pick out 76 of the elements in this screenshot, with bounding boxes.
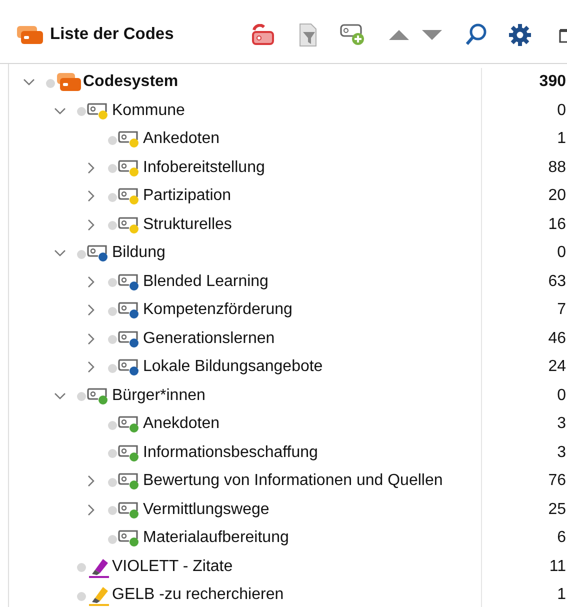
add-code-icon[interactable] [340,22,366,46]
panel-title: Liste der Codes [50,25,174,44]
tag-undo-icon[interactable] [250,24,276,46]
expand-chevron-icon[interactable] [85,162,97,174]
code-label[interactable]: Kompetenzförderung [143,301,292,320]
code-label[interactable]: Generationslernen [143,330,275,348]
expand-chevron-icon[interactable] [85,190,97,202]
move-up-icon[interactable] [388,28,410,42]
coded-segments-count: 3 [557,415,566,432]
code-label[interactable]: Blended Learning [143,272,268,291]
code-label[interactable]: GELB -zu recherchieren [112,586,284,604]
expand-chevron-icon[interactable] [85,218,97,231]
coded-segments-count: 1 [557,586,566,604]
status-dot [77,107,86,116]
status-dot [77,563,86,572]
status-dot [108,449,117,458]
code-label[interactable]: Kommune [112,102,185,120]
filter-icon[interactable] [298,22,318,46]
status-dot [108,364,117,373]
coded-segments-count: 20 [548,187,566,204]
coded-segments-count: 3 [557,444,566,461]
coded-segments-count: 11 [549,558,566,575]
status-dot [108,478,117,487]
code-label[interactable]: Anekdoten [143,415,220,434]
search-icon[interactable] [465,22,487,46]
coded-segments-count: 1 [557,130,566,148]
code-label[interactable]: Bürger*innen [112,386,206,405]
coded-segments-count: 390 [539,73,566,90]
coded-segments-count: 63 [548,272,566,290]
expand-chevron-icon[interactable] [85,332,97,345]
status-dot [108,192,117,202]
code-label[interactable]: Informationsbeschaffung [143,444,318,462]
code-label[interactable]: Bildung [112,244,166,262]
code-system-icon [56,72,82,92]
code-label[interactable]: VIOLETT - Zitate [112,558,233,576]
settings-icon[interactable] [509,24,531,46]
expand-chevron-icon[interactable] [85,475,97,488]
code-label[interactable]: Ankedoten [143,130,220,148]
code-label[interactable]: Strukturelles [143,216,232,234]
codes-icon [16,24,44,46]
status-dot [108,164,117,174]
coded-segments-count: 0 [557,386,566,404]
coded-segments-count: 76 [548,472,566,490]
code-label[interactable]: Materialaufbereitung [143,529,289,548]
code-label[interactable]: Infobereitstellung [143,158,265,177]
status-dot [108,306,117,316]
code-label[interactable]: Lokale Bildungsangebote [143,358,323,376]
coded-segments-count: 7 [557,301,566,318]
expand-chevron-icon[interactable] [85,276,97,288]
status-dot [108,335,117,344]
expand-chevron-icon[interactable] [85,361,97,374]
coded-segments-count: 0 [557,244,566,262]
code-label[interactable]: Codesystem [83,73,178,92]
coded-segments-count: 24 [548,358,566,376]
coded-segments-count: 16 [548,216,566,233]
move-down-icon[interactable] [421,28,443,42]
code-label[interactable]: Bewertung von Informationen und Quellen [143,472,443,490]
status-dot [108,136,117,145]
expand-chevron-icon[interactable] [85,504,97,516]
coded-segments-count: 0 [557,102,566,119]
status-dot [77,592,86,601]
status-dot [108,278,117,288]
status-dot [108,420,117,430]
status-dot [46,78,55,88]
status-dot [77,250,86,259]
coded-segments-count: 88 [548,158,566,176]
coded-segments-count: 6 [557,529,566,546]
coded-segments-count: 46 [548,330,566,347]
coded-segments-count: 25 [548,500,566,518]
status-dot [108,221,117,230]
expand-chevron-icon[interactable] [85,304,97,316]
code-label[interactable]: Partizipation [143,187,232,206]
code-label[interactable]: Vermittlungswege [143,500,270,519]
status-dot [77,392,86,402]
status-dot [108,534,117,544]
status-dot [108,506,117,516]
